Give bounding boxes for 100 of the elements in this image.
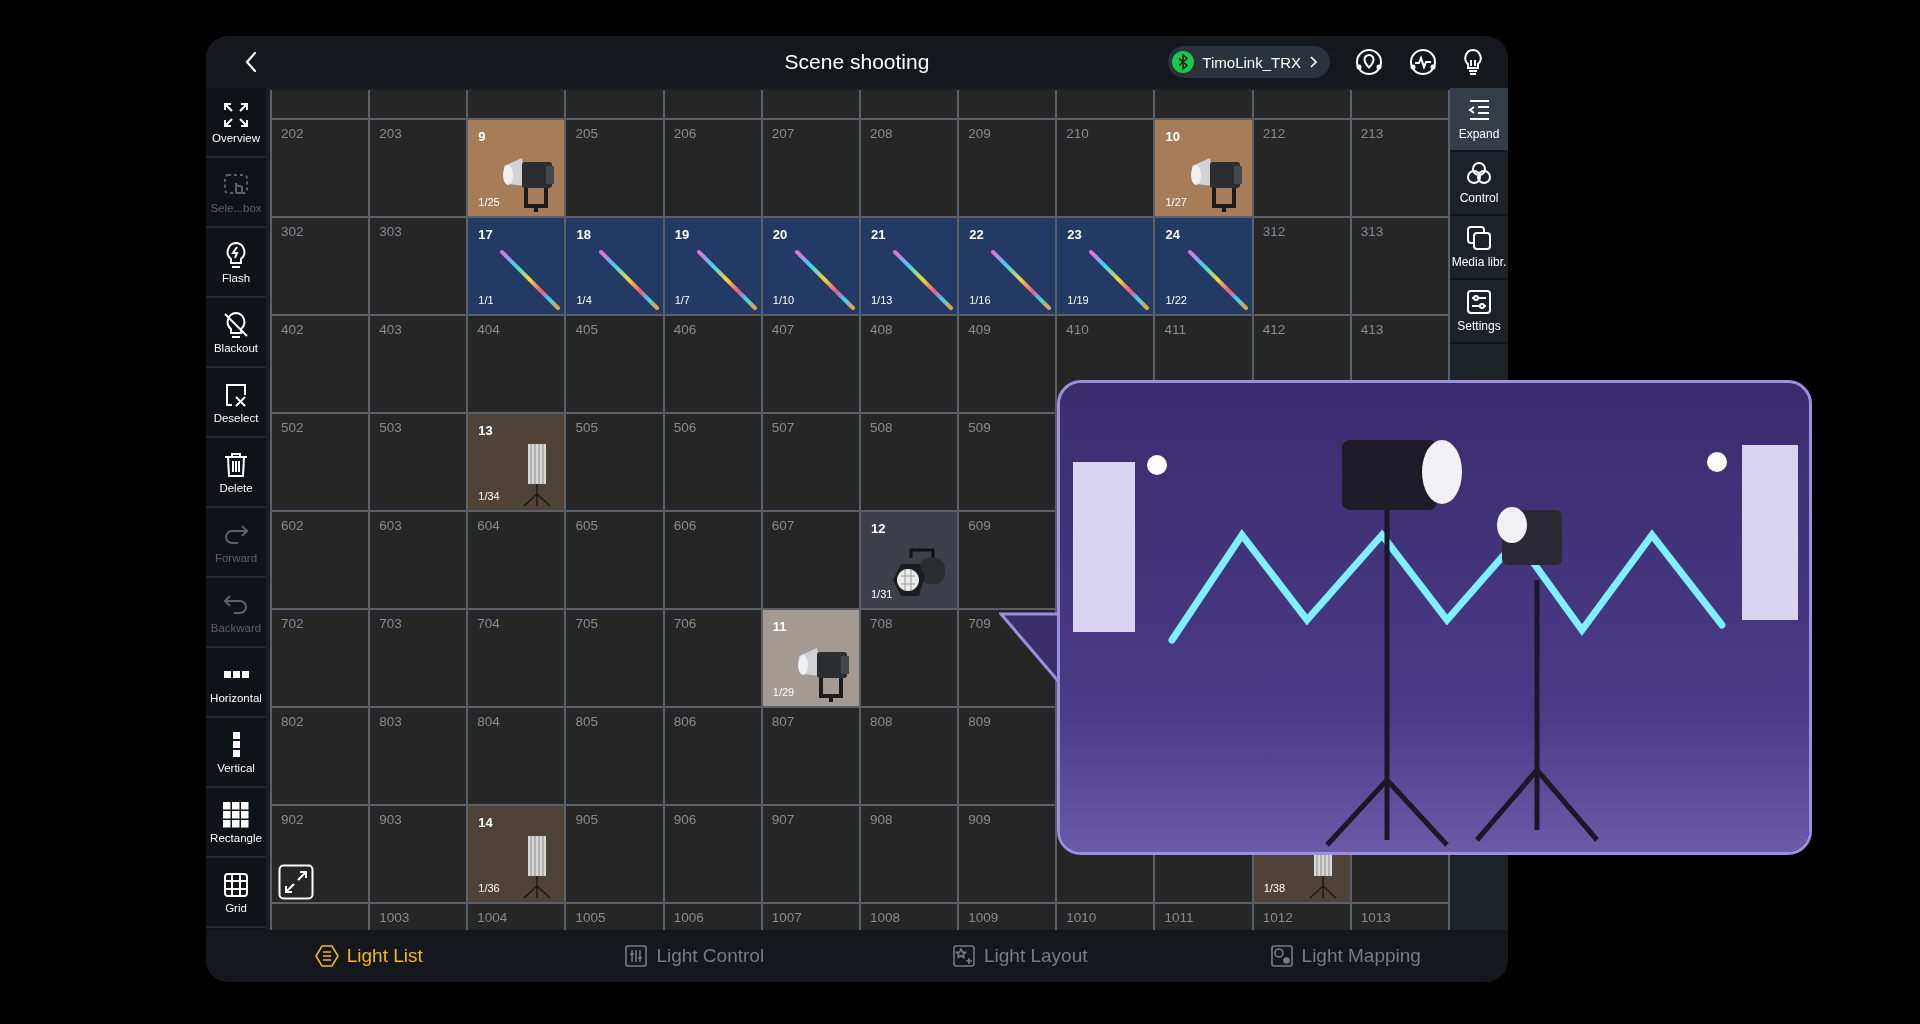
- grid-cell[interactable]: 603: [370, 512, 467, 608]
- grid-cell[interactable]: 508: [861, 414, 958, 510]
- light-cell[interactable]: 13 1/34: [468, 414, 565, 510]
- grid-cell[interactable]: 203: [370, 120, 467, 216]
- grid-cell[interactable]: [566, 90, 663, 118]
- grid-cell[interactable]: 602: [272, 512, 369, 608]
- grid-cell[interactable]: 905: [566, 806, 663, 902]
- light-cell[interactable]: 14 1/36: [468, 806, 565, 902]
- grid-cell[interactable]: [1351, 90, 1448, 118]
- grid-cell[interactable]: 1007: [762, 904, 859, 930]
- grid-cell[interactable]: [1057, 90, 1154, 118]
- grid-cell[interactable]: 506: [664, 414, 761, 510]
- location-orbit-icon[interactable]: [1354, 47, 1384, 77]
- grid-cell[interactable]: [861, 90, 958, 118]
- grid-cell[interactable]: 906: [664, 806, 761, 902]
- grid-cell[interactable]: 502: [272, 414, 369, 510]
- device-button[interactable]: TimoLink_TRX: [1168, 46, 1330, 78]
- light-cell[interactable]: 11 1/29: [762, 610, 859, 706]
- side-panel-button[interactable]: Control: [1450, 152, 1508, 216]
- grid-cell[interactable]: 806: [664, 708, 761, 804]
- grid-cell[interactable]: 1006: [664, 904, 761, 930]
- grid-cell[interactable]: 403: [370, 316, 467, 412]
- grid-cell[interactable]: 1011: [1155, 904, 1252, 930]
- grid-cell[interactable]: 313: [1351, 218, 1448, 314]
- grid-cell[interactable]: 702: [272, 610, 369, 706]
- grid-cell[interactable]: [468, 90, 565, 118]
- grid-cell[interactable]: 705: [566, 610, 663, 706]
- grid-cell[interactable]: 1013: [1351, 904, 1448, 930]
- grid-cell[interactable]: 302: [272, 218, 369, 314]
- grid-cell[interactable]: 212: [1253, 120, 1350, 216]
- grid-cell[interactable]: 805: [566, 708, 663, 804]
- grid-cell[interactable]: 803: [370, 708, 467, 804]
- grid-cell[interactable]: [370, 90, 467, 118]
- grid-cell[interactable]: 404: [468, 316, 565, 412]
- grid-cell[interactable]: 210: [1057, 120, 1154, 216]
- grid-cell[interactable]: 1005: [566, 904, 663, 930]
- grid-cell[interactable]: [664, 90, 761, 118]
- light-cell[interactable]: 10 1/27: [1155, 120, 1252, 216]
- grid-cell[interactable]: [1253, 90, 1350, 118]
- grid-cell[interactable]: [1155, 90, 1252, 118]
- light-cell[interactable]: 20 1/10: [762, 218, 859, 314]
- collapse-icon[interactable]: [278, 864, 314, 900]
- grid-cell[interactable]: 503: [370, 414, 467, 510]
- grid-cell[interactable]: 303: [370, 218, 467, 314]
- grid-cell[interactable]: 208: [861, 120, 958, 216]
- grid-cell[interactable]: 908: [861, 806, 958, 902]
- grid-cell[interactable]: 509: [959, 414, 1056, 510]
- grid-cell[interactable]: 407: [762, 316, 859, 412]
- light-cell[interactable]: 17 1/1: [468, 218, 565, 314]
- light-cell[interactable]: 12 1/31: [861, 512, 958, 608]
- grid-cell[interactable]: 706: [664, 610, 761, 706]
- light-cell[interactable]: 19 1/7: [664, 218, 761, 314]
- grid-cell[interactable]: 809: [959, 708, 1056, 804]
- light-cell[interactable]: 18 1/4: [566, 218, 663, 314]
- light-cell[interactable]: 23 1/19: [1057, 218, 1154, 314]
- grid-cell[interactable]: 406: [664, 316, 761, 412]
- grid-cell[interactable]: 312: [1253, 218, 1350, 314]
- grid-cell[interactable]: 206: [664, 120, 761, 216]
- grid-cell[interactable]: [272, 904, 369, 930]
- grid-cell[interactable]: 405: [566, 316, 663, 412]
- grid-cell[interactable]: 907: [762, 806, 859, 902]
- light-cell[interactable]: 22 1/16: [959, 218, 1056, 314]
- grid-cell[interactable]: 209: [959, 120, 1056, 216]
- grid-cell[interactable]: 807: [762, 708, 859, 804]
- grid-cell[interactable]: 605: [566, 512, 663, 608]
- grid-cell[interactable]: 609: [959, 512, 1056, 608]
- grid-cell[interactable]: 1004: [468, 904, 565, 930]
- grid-cell[interactable]: [959, 90, 1056, 118]
- grid-cell[interactable]: 505: [566, 414, 663, 510]
- grid-cell[interactable]: 903: [370, 806, 467, 902]
- bottom-tab[interactable]: Light Mapping: [1182, 930, 1508, 982]
- grid-cell[interactable]: 1008: [861, 904, 958, 930]
- bottom-tab[interactable]: Light List: [206, 930, 532, 982]
- grid-cell[interactable]: 1009: [959, 904, 1056, 930]
- grid-cell[interactable]: 408: [861, 316, 958, 412]
- grid-cell[interactable]: 708: [861, 610, 958, 706]
- grid-cell[interactable]: 1003: [370, 904, 467, 930]
- grid-cell[interactable]: 703: [370, 610, 467, 706]
- grid-cell[interactable]: 1010: [1057, 904, 1154, 930]
- grid-cell[interactable]: 604: [468, 512, 565, 608]
- side-panel-button[interactable]: Settings: [1450, 280, 1508, 344]
- grid-cell[interactable]: 804: [468, 708, 565, 804]
- grid-cell[interactable]: 207: [762, 120, 859, 216]
- grid-cell[interactable]: 402: [272, 316, 369, 412]
- light-cell[interactable]: 21 1/13: [861, 218, 958, 314]
- grid-cell[interactable]: 1012: [1253, 904, 1350, 930]
- grid-cell[interactable]: 606: [664, 512, 761, 608]
- light-bulb-icon[interactable]: [1462, 48, 1484, 76]
- grid-cell[interactable]: 802: [272, 708, 369, 804]
- grid-cell[interactable]: 607: [762, 512, 859, 608]
- grid-cell[interactable]: 202: [272, 120, 369, 216]
- grid-cell[interactable]: [762, 90, 859, 118]
- side-panel-button[interactable]: Media libr.: [1450, 216, 1508, 280]
- grid-cell[interactable]: 909: [959, 806, 1056, 902]
- bottom-tab[interactable]: Light Layout: [857, 930, 1183, 982]
- light-cell[interactable]: 24 1/22: [1155, 218, 1252, 314]
- grid-cell[interactable]: 808: [861, 708, 958, 804]
- grid-cell[interactable]: 704: [468, 610, 565, 706]
- grid-cell[interactable]: 213: [1351, 120, 1448, 216]
- grid-cell[interactable]: 409: [959, 316, 1056, 412]
